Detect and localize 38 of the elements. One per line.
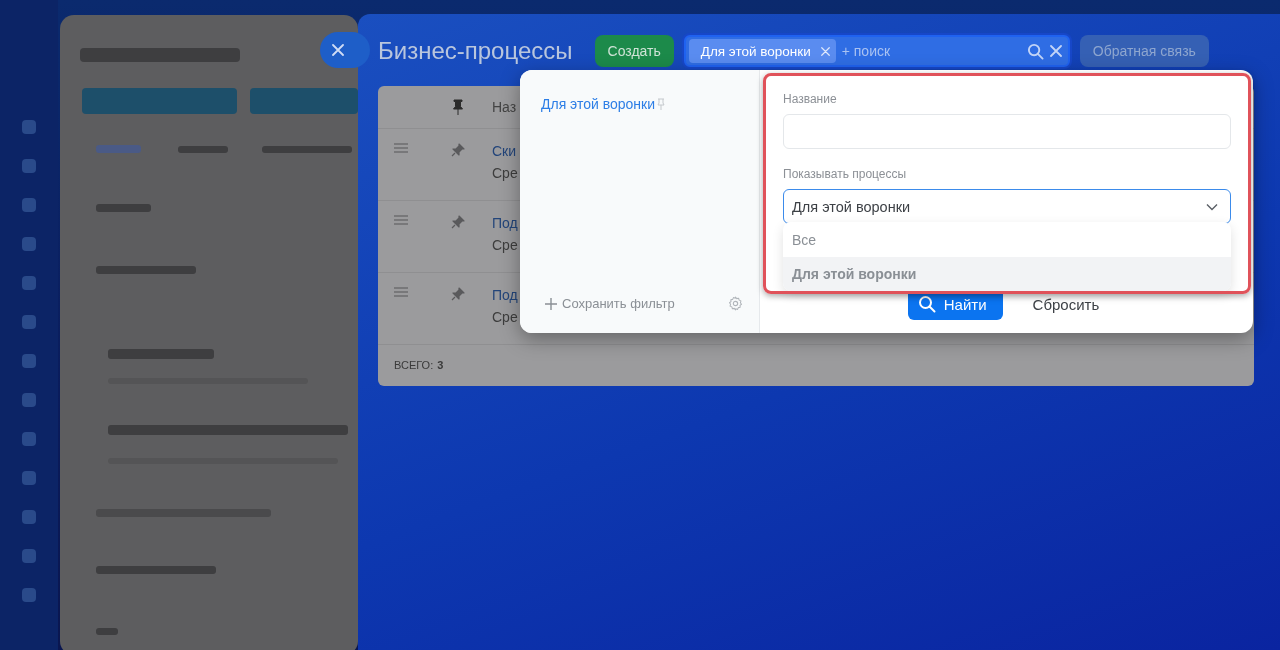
drag-handle-icon[interactable] xyxy=(394,143,408,153)
save-filter-button[interactable]: Сохранить фильтр xyxy=(545,296,675,311)
process-link[interactable]: Под xyxy=(492,287,518,303)
remove-icon[interactable] xyxy=(820,46,830,56)
total-label: ВСЕГО: xyxy=(394,359,434,371)
table-cell: Сре xyxy=(492,309,518,325)
search-placeholder: + поиск xyxy=(841,43,892,59)
filter-tag[interactable]: Для этой воронки xyxy=(688,39,836,63)
preset-link[interactable]: Для этой воронки xyxy=(541,96,666,112)
table-cell: Сре xyxy=(492,237,518,253)
tag-label: Для этой воронки xyxy=(700,43,811,59)
create-button[interactable]: Создать xyxy=(594,35,674,67)
name-field[interactable] xyxy=(783,114,1231,149)
search-icon xyxy=(917,295,936,313)
search-field[interactable]: Для этой воронки + поиск xyxy=(683,35,1070,67)
total-count: 3 xyxy=(437,359,444,371)
pin-icon[interactable] xyxy=(453,99,463,115)
select-value: Для этой воронки xyxy=(792,198,911,215)
page-title: Бизнес-процессы xyxy=(378,37,573,65)
drag-handle-icon[interactable] xyxy=(394,215,408,225)
clear-icon[interactable] xyxy=(1049,45,1062,57)
column-header[interactable]: Наз xyxy=(492,99,517,115)
drag-handle-icon[interactable] xyxy=(394,287,408,297)
settings-icon[interactable] xyxy=(728,296,743,311)
table-cell: Сре xyxy=(492,165,518,181)
dropdown-option[interactable]: Для этой воронки xyxy=(783,257,1231,291)
plus-icon xyxy=(545,297,557,310)
dropdown-option[interactable]: Все xyxy=(783,222,1231,257)
process-link[interactable]: Под xyxy=(492,215,518,231)
close-icon[interactable] xyxy=(332,44,344,56)
process-link[interactable]: Ски xyxy=(492,143,518,159)
search-icon xyxy=(1026,42,1044,60)
field-label: Название xyxy=(783,92,838,106)
feedback-button[interactable]: Обратная связь xyxy=(1079,35,1209,67)
pin-icon[interactable] xyxy=(451,287,465,301)
field-label: Показывать процессы xyxy=(783,167,908,181)
pin-icon[interactable] xyxy=(451,215,465,229)
pin-icon[interactable] xyxy=(451,143,465,157)
